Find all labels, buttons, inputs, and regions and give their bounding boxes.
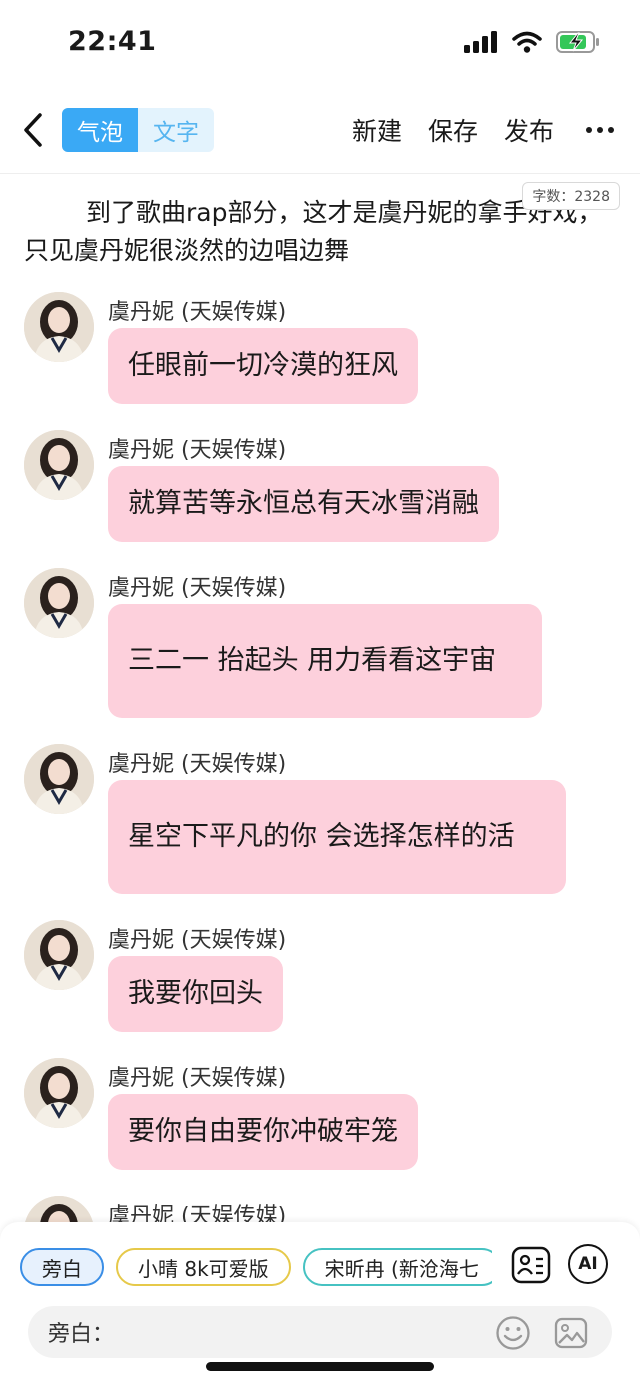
- publish-button[interactable]: 发布: [504, 112, 554, 148]
- status-bar: 22:41: [0, 0, 640, 88]
- speaker-name: 虞丹妮 (天娱传媒): [108, 752, 287, 777]
- input-role-prefix: 旁白：: [48, 1322, 115, 1347]
- avatar[interactable]: [24, 430, 94, 500]
- speaker-name: 虞丹妮 (天娱传媒): [108, 1066, 287, 1091]
- emoji-button[interactable]: [494, 1314, 532, 1352]
- role-chips: 旁白 小晴 8k可爱版 宋昕冉 (新沧海七: [20, 1248, 492, 1288]
- role-chip[interactable]: 小晴 8k可爱版: [116, 1248, 291, 1286]
- avatar-image-icon: [24, 920, 94, 990]
- tab-bubble-mode[interactable]: 气泡: [62, 108, 138, 152]
- avatar-image-icon: [24, 1196, 94, 1224]
- speaker-name: 虞丹妮 (天娱传媒): [108, 928, 287, 953]
- new-button[interactable]: 新建: [352, 112, 402, 148]
- avatar[interactable]: [24, 568, 94, 638]
- message-bubble[interactable]: 星空下平凡的你 会选择怎样的活: [108, 780, 566, 894]
- image-button[interactable]: [552, 1314, 590, 1352]
- emoji-icon: [496, 1316, 530, 1350]
- message-bubble[interactable]: 要你自由要你冲破牢笼: [108, 1094, 418, 1170]
- nav-actions: 新建 保存 发布: [352, 110, 640, 150]
- home-indicator: [206, 1362, 434, 1371]
- avatar[interactable]: [24, 1196, 94, 1224]
- avatar-image-icon: [24, 744, 94, 814]
- avatar-image-icon: [24, 1058, 94, 1128]
- speaker-name: 虞丹妮 (天娱传媒): [108, 438, 287, 463]
- avatar[interactable]: [24, 292, 94, 362]
- bottom-input-panel: 旁白 小晴 8k可爱版 宋昕冉 (新沧海七 AI 旁白：: [0, 1222, 640, 1385]
- role-chip-narrator[interactable]: 旁白: [20, 1248, 104, 1286]
- role-chip[interactable]: 宋昕冉 (新沧海七: [302, 1248, 492, 1286]
- message-bubble[interactable]: 就算苦等永恒总有天冰雪消融: [108, 466, 499, 542]
- mode-toggle: 气泡 文字: [62, 108, 214, 152]
- nav-bar: 气泡 文字 新建 保存 发布: [0, 88, 640, 174]
- message-bubble[interactable]: 三二一 抬起头 用力看看这宇宙: [108, 604, 542, 718]
- avatar-image-icon: [24, 292, 94, 362]
- battery-charging-icon: [556, 31, 599, 53]
- message-bubble[interactable]: 任眼前一切冷漠的狂风: [108, 328, 418, 404]
- back-button[interactable]: [18, 108, 48, 152]
- avatar[interactable]: [24, 744, 94, 814]
- character-card-button[interactable]: [510, 1244, 552, 1286]
- wifi-icon: [512, 31, 542, 53]
- speaker-name: 虞丹妮 (天娱传媒): [108, 1204, 287, 1224]
- save-button[interactable]: 保存: [428, 112, 478, 148]
- more-icon[interactable]: [580, 110, 620, 150]
- status-time: 22:41: [68, 26, 157, 57]
- status-icons: [464, 30, 600, 54]
- avatar-image-icon: [24, 568, 94, 638]
- speaker-name: 虞丹妮 (天娱传媒): [108, 576, 287, 601]
- contact-card-icon: [511, 1246, 551, 1284]
- speaker-name: 虞丹妮 (天娱传媒): [108, 300, 287, 325]
- avatar[interactable]: [24, 1058, 94, 1128]
- tab-text-mode[interactable]: 文字: [138, 108, 214, 152]
- avatar-image-icon: [24, 430, 94, 500]
- image-icon: [554, 1317, 588, 1349]
- chevron-left-icon: [24, 113, 42, 147]
- cellular-signal-icon: [464, 31, 497, 53]
- ai-button[interactable]: AI: [568, 1244, 608, 1284]
- avatar[interactable]: [24, 920, 94, 990]
- input-row: 旁白：: [28, 1306, 612, 1358]
- word-count-badge: 字数：2328: [522, 182, 620, 210]
- editor-content: 字数：2328 到了歌曲rap部分，这才是虞丹妮的拿手好戏，只见虞丹妮很淡然的边…: [0, 174, 640, 1224]
- message-bubble[interactable]: 我要你回头: [108, 956, 283, 1032]
- message-input[interactable]: [118, 1314, 498, 1350]
